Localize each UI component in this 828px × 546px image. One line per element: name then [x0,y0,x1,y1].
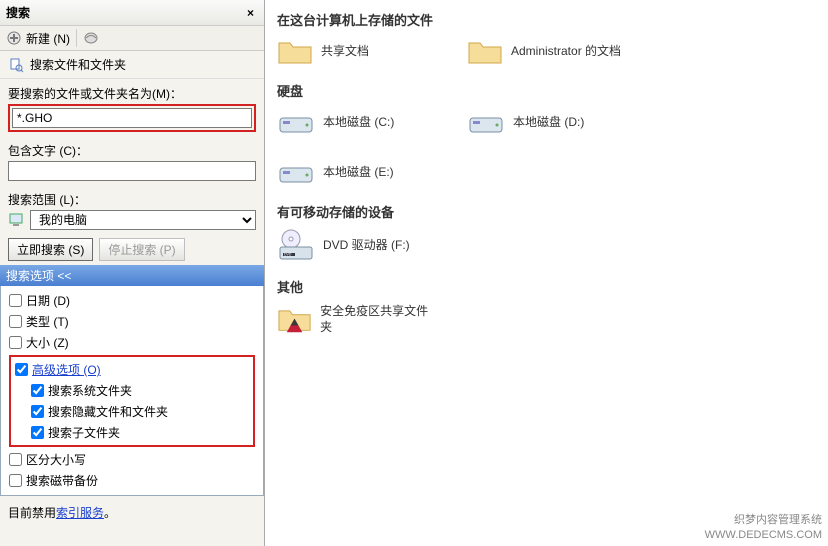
svg-text:DVD: DVD [284,253,292,257]
opt-size-row[interactable]: 大小 (Z) [9,332,255,353]
folder-icon [277,37,313,67]
drive-e-label: 本地磁盘 (E:) [323,165,394,181]
options-body: 日期 (D) 类型 (T) 大小 (Z) 高级选项 (O) 搜索系统文件夹 [0,286,264,496]
sidebar-title: 搜索 [6,4,243,21]
dvd-icon: DVD [277,229,315,263]
search-mode-row[interactable]: 搜索文件和文件夹 [0,51,264,79]
scope-select[interactable]: 我的电脑 [30,210,256,230]
folder-shared-label: 共享文档 [321,44,369,60]
filename-label: 要搜索的文件或文件夹名为(M)： [0,79,264,104]
scope-label: 搜索范围 (L)： [0,185,264,210]
other-grid: 安全免疫区共享文件夹 [277,304,816,335]
index-service-line: 目前禁用索引服务。 [0,500,264,525]
computer-icon [8,211,26,229]
opt-tape-label: 搜索磁带备份 [26,472,98,489]
opt-sys-checkbox[interactable] [31,384,44,397]
new-button[interactable]: 新建 (N) [26,30,70,47]
opt-sys-row[interactable]: 搜索系统文件夹 [31,380,249,401]
watermark-line2: WWW.DEDECMS.COM [705,528,822,542]
opt-size-label: 大小 (Z) [26,334,69,351]
drive-d-label: 本地磁盘 (D:) [513,115,584,131]
contains-label: 包含文字 (C)： [0,136,264,161]
new-icon[interactable] [6,30,22,46]
button-row: 立即搜索 (S) 停止搜索 (P) [0,234,264,265]
drive-c[interactable]: 本地磁盘 (C:) [277,108,437,138]
opt-adv-row[interactable]: 高级选项 (O) [15,359,249,380]
opt-case-label: 区分大小写 [26,451,86,468]
drives-grid: 本地磁盘 (C:) 本地磁盘 (D:) 本地磁盘 (E:) [277,108,816,188]
watermark-line1: 织梦内容管理系统 [705,513,822,527]
drive-icon [277,108,315,138]
opt-tape-checkbox[interactable] [9,474,22,487]
opt-type-label: 类型 (T) [26,313,69,330]
section-other-title: 其他 [277,277,816,296]
folder-icon [467,37,503,67]
safe-folder[interactable]: 安全免疫区共享文件夹 [277,304,437,335]
dvd-label: DVD 驱动器 (F:) [323,238,410,254]
filename-highlight [8,104,256,132]
files-grid: 共享文档 Administrator 的文档 [277,37,816,67]
index-service-link[interactable]: 索引服务 [56,506,104,520]
safe-folder-icon [277,305,312,335]
search-button[interactable]: 立即搜索 (S) [8,238,93,261]
drive-e[interactable]: 本地磁盘 (E:) [277,158,437,188]
filename-input[interactable] [12,108,252,128]
search-sidebar: 搜索 × 新建 (N) 搜索文件和文件夹 要搜索的文件或文件夹名为(M)： [0,0,265,546]
opt-sub-row[interactable]: 搜索子文件夹 [31,422,249,443]
opt-sys-label: 搜索系统文件夹 [48,382,132,399]
options-header[interactable]: 搜索选项 << [0,265,264,286]
stop-button: 停止搜索 (P) [99,238,184,261]
search-mode-label: 搜索文件和文件夹 [30,56,126,73]
opt-date-label: 日期 (D) [26,292,70,309]
folder-admin[interactable]: Administrator 的文档 [467,37,627,67]
toolbar-separator [76,29,77,47]
dvd-drive[interactable]: DVD DVD 驱动器 (F:) [277,229,437,263]
opt-sub-checkbox[interactable] [31,426,44,439]
drive-icon [467,108,505,138]
contains-input[interactable] [8,161,256,181]
search-file-icon [8,57,24,73]
opt-case-row[interactable]: 区分大小写 [9,449,255,470]
opt-case-checkbox[interactable] [9,453,22,466]
opt-adv-checkbox[interactable] [15,363,28,376]
opt-hidden-row[interactable]: 搜索隐藏文件和文件夹 [31,401,249,422]
watermark: 织梦内容管理系统 WWW.DEDECMS.COM [705,513,822,542]
removable-grid: DVD DVD 驱动器 (F:) [277,229,816,263]
history-icon[interactable] [83,30,99,46]
drive-icon [277,158,315,188]
opt-date-checkbox[interactable] [9,294,22,307]
section-removable-title: 有可移动存储的设备 [277,202,816,221]
main-content: 在这台计算机上存储的文件 共享文档 Administrator 的文档 硬盘 [265,0,828,546]
drive-c-label: 本地磁盘 (C:) [323,115,394,131]
opt-type-checkbox[interactable] [9,315,22,328]
folder-admin-label: Administrator 的文档 [511,44,621,60]
sidebar-toolbar: 新建 (N) [0,26,264,51]
section-files-title: 在这台计算机上存储的文件 [277,10,816,29]
opt-hidden-checkbox[interactable] [31,405,44,418]
drive-d[interactable]: 本地磁盘 (D:) [467,108,627,138]
advanced-highlight: 高级选项 (O) 搜索系统文件夹 搜索隐藏文件和文件夹 搜索子文件夹 [9,355,255,447]
sidebar-header: 搜索 × [0,0,264,26]
opt-hidden-label: 搜索隐藏文件和文件夹 [48,403,168,420]
opt-sub-label: 搜索子文件夹 [48,424,120,441]
opt-type-row[interactable]: 类型 (T) [9,311,255,332]
footer-suffix: 。 [104,506,116,520]
section-drives-title: 硬盘 [277,81,816,100]
folder-shared[interactable]: 共享文档 [277,37,437,67]
safe-label: 安全免疫区共享文件夹 [320,304,437,335]
footer-prefix: 目前禁用 [8,506,56,520]
opt-tape-row[interactable]: 搜索磁带备份 [9,470,255,491]
opt-size-checkbox[interactable] [9,336,22,349]
close-icon[interactable]: × [243,6,258,20]
opt-adv-label: 高级选项 (O) [32,361,101,378]
opt-date-row[interactable]: 日期 (D) [9,290,255,311]
